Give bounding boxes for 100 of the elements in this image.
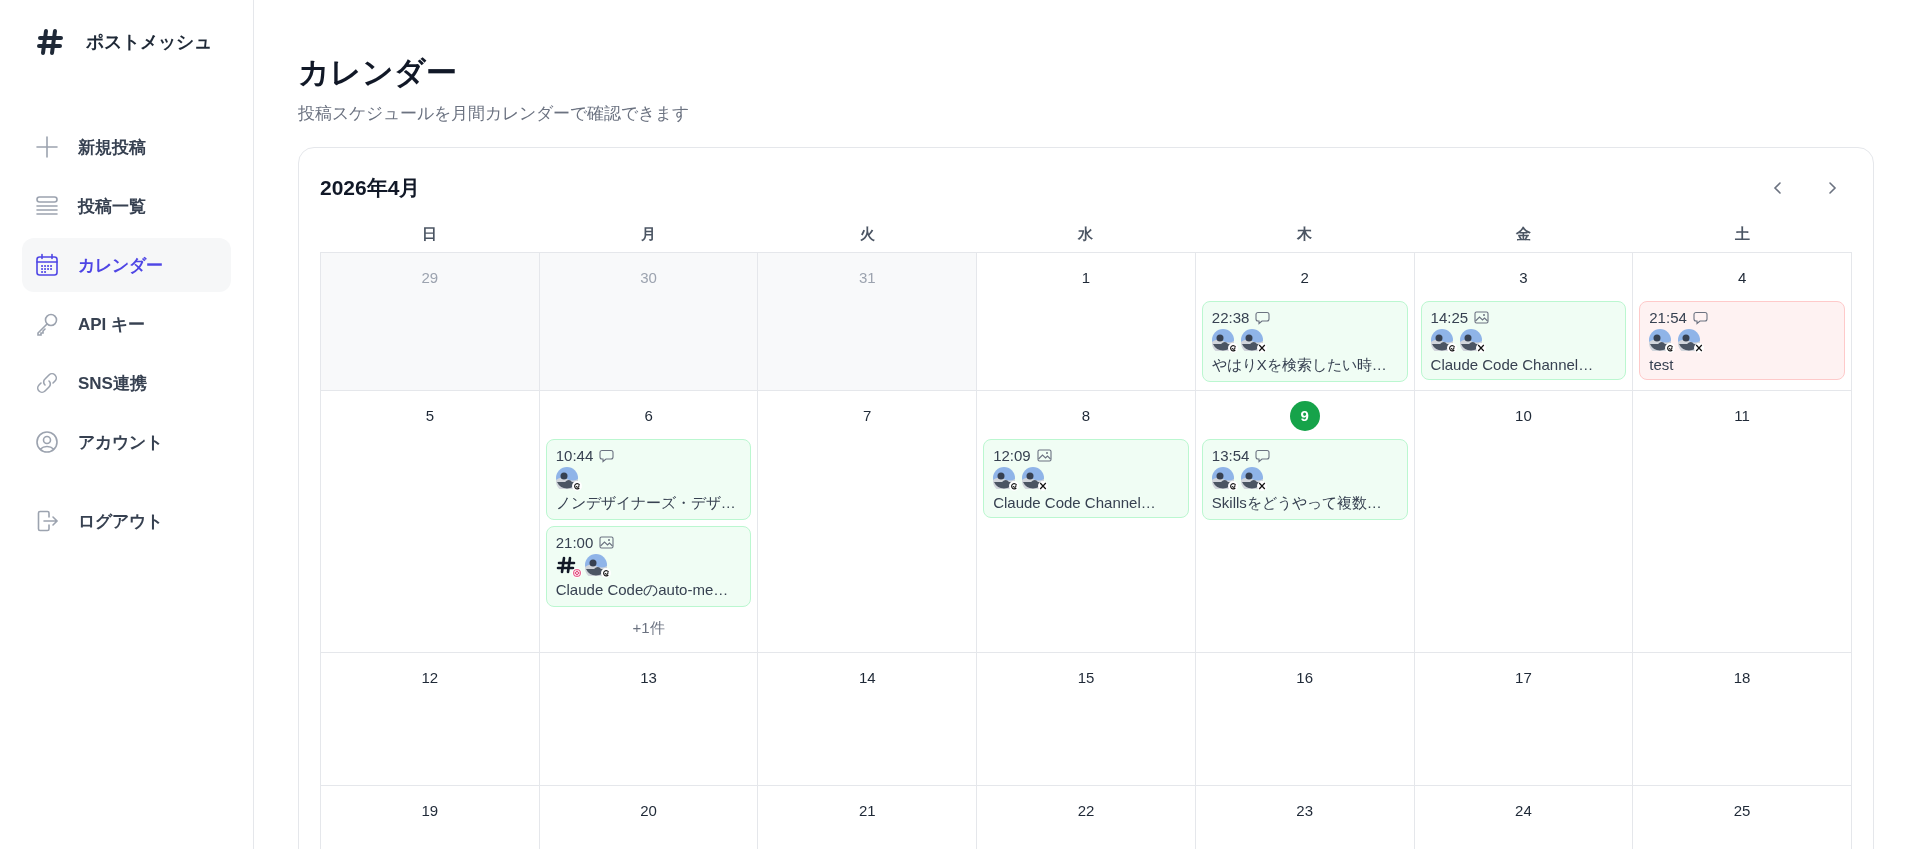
page-title: カレンダー — [298, 54, 458, 92]
camera-icon — [571, 568, 582, 578]
plus-icon — [34, 134, 60, 160]
calendar-icon — [34, 252, 60, 278]
day-cell[interactable]: 21 — [758, 786, 978, 849]
avatar-icon — [993, 467, 1016, 489]
weekday-label: 金 — [1515, 224, 1533, 244]
day-number: 4 — [1736, 268, 1748, 288]
day-number: 1 — [1080, 268, 1092, 288]
nav-item[interactable]: SNS連携 — [22, 356, 231, 410]
day-cell[interactable]: 8 12:09 Claude Code Channel… — [977, 391, 1196, 653]
day-cell[interactable]: 19 — [321, 786, 540, 849]
x-icon — [1038, 481, 1049, 491]
day-cell[interactable]: 3 14:25 Claude Code Channel… — [1414, 253, 1634, 391]
avatar-icon — [555, 467, 578, 489]
nav-item[interactable]: API キー — [22, 297, 231, 351]
threads-icon — [1446, 343, 1457, 353]
image-icon — [1036, 449, 1052, 462]
day-cell[interactable]: 17 — [1414, 653, 1634, 786]
day-number: 17 — [1514, 668, 1533, 688]
day-number: 15 — [1076, 668, 1096, 688]
post-event[interactable]: 21:00 Claude Codeのauto-me… — [545, 526, 752, 607]
day-number: 21 — [857, 801, 877, 821]
post-text: test — [1649, 356, 1675, 373]
image-icon — [599, 536, 615, 549]
day-number: 13 — [639, 668, 658, 688]
day-cell[interactable]: 22 — [977, 786, 1196, 849]
day-cell[interactable]: 18 — [1633, 653, 1852, 786]
day-number: 10 — [1514, 406, 1533, 426]
post-text: Claude Code Channel… — [993, 494, 1157, 511]
avatar-icon — [1649, 329, 1672, 351]
post-time: 21:54 — [1649, 309, 1687, 326]
month-label: 2026年4月 — [320, 175, 421, 201]
post-text: Skillsをどうやって複数… — [1211, 494, 1383, 513]
nav-item[interactable]: 新規投稿 — [22, 120, 231, 174]
day-number: 2 — [1299, 268, 1310, 288]
day-cell[interactable]: 1 — [977, 253, 1196, 391]
avatar-icon — [1211, 467, 1234, 489]
day-cell[interactable]: 12 — [321, 653, 540, 786]
day-cell[interactable]: 2 22:38 やはりXを検索したい時… — [1195, 253, 1415, 391]
post-event[interactable]: 10:44 ノンデザイナーズ・デザ… — [545, 439, 752, 520]
day-cell[interactable]: 7 — [758, 391, 978, 653]
weekday-label: 月 — [639, 224, 657, 244]
logout-item[interactable]: ログアウト — [22, 494, 231, 548]
post-time: 10:44 — [555, 447, 594, 464]
day-cell[interactable]: 23 — [1195, 786, 1415, 849]
nav-item[interactable]: 投稿一覧 — [22, 179, 231, 233]
post-event[interactable]: 14:25 Claude Code Channel… — [1420, 301, 1627, 380]
post-time: 13:54 — [1211, 447, 1250, 464]
day-cell[interactable]: 14 — [758, 653, 978, 786]
threads-icon — [1665, 343, 1676, 353]
day-number: 5 — [424, 406, 435, 426]
image-icon — [1474, 311, 1490, 324]
day-number: 8 — [1080, 406, 1092, 426]
post-text: Claude Code Channel… — [1430, 356, 1595, 373]
x-icon — [1256, 481, 1267, 491]
x-icon — [1694, 343, 1705, 353]
weekday-label: 火 — [858, 224, 876, 244]
day-cell[interactable]: 20 — [539, 786, 759, 849]
nav-item[interactable]: カレンダー — [22, 238, 231, 292]
post-time: 21:00 — [555, 534, 594, 551]
speech-bubble-icon — [599, 448, 615, 463]
day-cell[interactable]: 24 — [1414, 786, 1634, 849]
day-number: 7 — [862, 406, 873, 426]
day-number: 3 — [1518, 268, 1529, 288]
day-number: 29 — [420, 268, 440, 288]
day-cell[interactable]: 10 — [1414, 391, 1634, 653]
day-cell[interactable]: 6 10:44 ノンデザイナーズ・デザ… 21:00 Claude Codeのauto-me… +1件 — [539, 391, 759, 653]
day-number: 14 — [857, 668, 877, 688]
day-cell[interactable]: 25 — [1633, 786, 1852, 849]
weekday-label: 日 — [420, 224, 438, 244]
nav-item[interactable]: アカウント — [22, 415, 231, 469]
day-number: 20 — [639, 801, 658, 821]
speech-bubble-icon — [1255, 448, 1271, 463]
more-posts-link[interactable]: +1件 — [632, 613, 665, 644]
weekday-label: 水 — [1077, 224, 1095, 244]
post-event[interactable]: 13:54 Skillsをどうやって複数… — [1201, 439, 1408, 520]
avatar-icon — [1211, 329, 1234, 351]
post-event[interactable]: 21:54 test — [1639, 301, 1845, 380]
post-time: 12:09 — [993, 447, 1031, 464]
page-subtitle: 投稿スケジュールを月間カレンダーで確認できます — [298, 103, 690, 125]
day-cell[interactable]: 13 — [539, 653, 759, 786]
day-number: 6 — [643, 406, 654, 426]
day-cell[interactable]: 4 21:54 test — [1633, 253, 1852, 391]
threads-icon — [600, 568, 611, 578]
day-cell[interactable]: 9 13:54 Skillsをどうやって複数… — [1195, 391, 1415, 653]
day-cell[interactable]: 5 — [321, 391, 540, 653]
day-cell[interactable]: 15 — [977, 653, 1196, 786]
avatar-icon — [1459, 329, 1482, 351]
day-number: 31 — [857, 268, 877, 288]
day-number: 18 — [1732, 668, 1752, 688]
day-number: 30 — [639, 268, 658, 288]
post-event[interactable]: 12:09 Claude Code Channel… — [983, 439, 1189, 518]
day-number: 19 — [420, 801, 440, 821]
day-cell[interactable]: 11 — [1633, 391, 1852, 653]
avatar-icon — [1430, 329, 1453, 351]
post-event[interactable]: 22:38 やはりXを検索したい時… — [1201, 301, 1408, 382]
speech-bubble-icon — [1255, 310, 1271, 325]
avatar-icon — [1022, 467, 1045, 489]
day-cell[interactable]: 16 — [1195, 653, 1415, 786]
